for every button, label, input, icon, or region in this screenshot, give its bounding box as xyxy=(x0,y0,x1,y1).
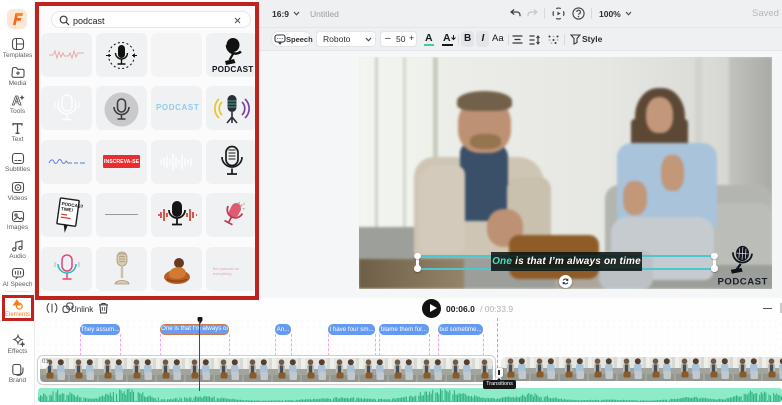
svg-text:PODCAST: PODCAST xyxy=(718,276,768,287)
svg-text:A: A xyxy=(12,93,22,107)
